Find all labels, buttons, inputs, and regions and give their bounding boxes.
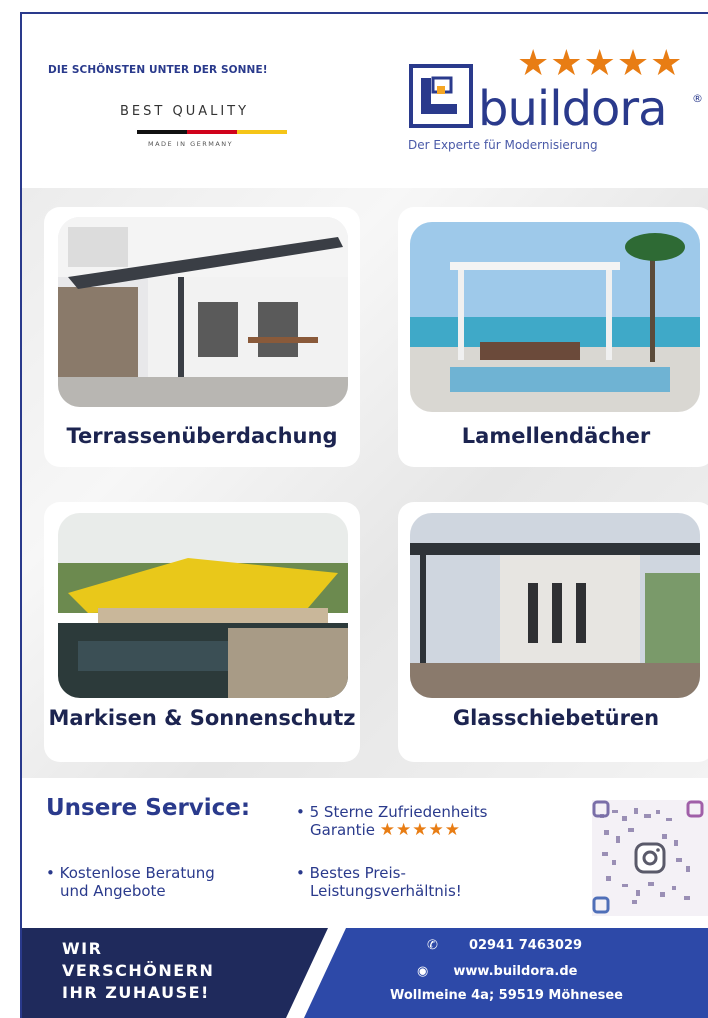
flyer-page: DIE SCHÖNSTEN UNTER DER SONNE! BEST QUAL… xyxy=(0,0,708,1018)
instagram-qr-code-icon[interactable] xyxy=(592,800,708,916)
made-in-germany-label: MADE IN GERMANY xyxy=(148,140,234,148)
rating-stars-icon: ★★★★★ xyxy=(517,43,684,84)
terrace-roof-photo-icon xyxy=(58,217,348,407)
product-label-louvered: Lamellendächer xyxy=(461,424,651,448)
brand-tagline: Der Experte für Modernisierung xyxy=(408,138,598,152)
louvered-roof-photo-icon xyxy=(410,222,700,412)
address-row: Wollmeine 4a; 59519 Möhnesee xyxy=(390,988,623,1003)
guarantee-stars-icon: ★★★★★ xyxy=(379,820,461,840)
service-item-consultation: • Kostenlose Beratung und Angebote xyxy=(46,864,215,900)
footer-slogan-line-1: WIR xyxy=(62,939,103,958)
buildora-logo-icon xyxy=(409,64,473,128)
product-label-awning: Markisen & Sonnenschutz xyxy=(48,706,356,730)
awning-photo-icon xyxy=(58,513,348,698)
registered-mark: ® xyxy=(692,92,703,105)
footer-slogan-line-3: IHR ZUHAUSE! xyxy=(62,983,210,1002)
flag-black xyxy=(137,130,187,134)
header-slogan: DIE SCHÖNSTEN UNTER DER SONNE! xyxy=(48,64,268,76)
product-label-terrace: Terrassenüberdachung xyxy=(66,424,338,448)
glass-sliding-door-photo-icon xyxy=(410,513,700,698)
phone-icon: ✆ xyxy=(427,938,438,953)
flag-red xyxy=(187,130,237,134)
globe-icon: ◉ xyxy=(417,964,429,979)
phone-number: 02941 7463029 xyxy=(468,938,583,953)
best-quality-label: BEST QUALITY xyxy=(120,104,250,119)
service-item-price: • Bestes Preis- Leistungsverhältnis! xyxy=(296,864,462,900)
flag-gold xyxy=(237,130,287,134)
website-row[interactable]: ◉ www.buildora.de xyxy=(417,964,578,979)
website-link: www.buildora.de xyxy=(453,964,578,979)
phone-row[interactable]: ✆ 02941 7463029 xyxy=(427,938,582,953)
service-item-guarantee: • 5 Sterne Zufriedenheits Garantie ★★★★★ xyxy=(296,803,488,840)
footer-slogan-line-2: VERSCHÖNERN xyxy=(62,961,215,980)
address-text: Wollmeine 4a; 59519 Möhnesee xyxy=(390,988,623,1003)
service-title: Unsere Service: xyxy=(46,795,251,821)
product-label-glass: Glasschiebetüren xyxy=(452,706,660,730)
footer-banner: WIR VERSCHÖNERN IHR ZUHAUSE! ✆ 02941 746… xyxy=(22,928,708,1018)
brand-name: buildora xyxy=(478,81,668,137)
german-flag-stripe xyxy=(137,130,287,134)
